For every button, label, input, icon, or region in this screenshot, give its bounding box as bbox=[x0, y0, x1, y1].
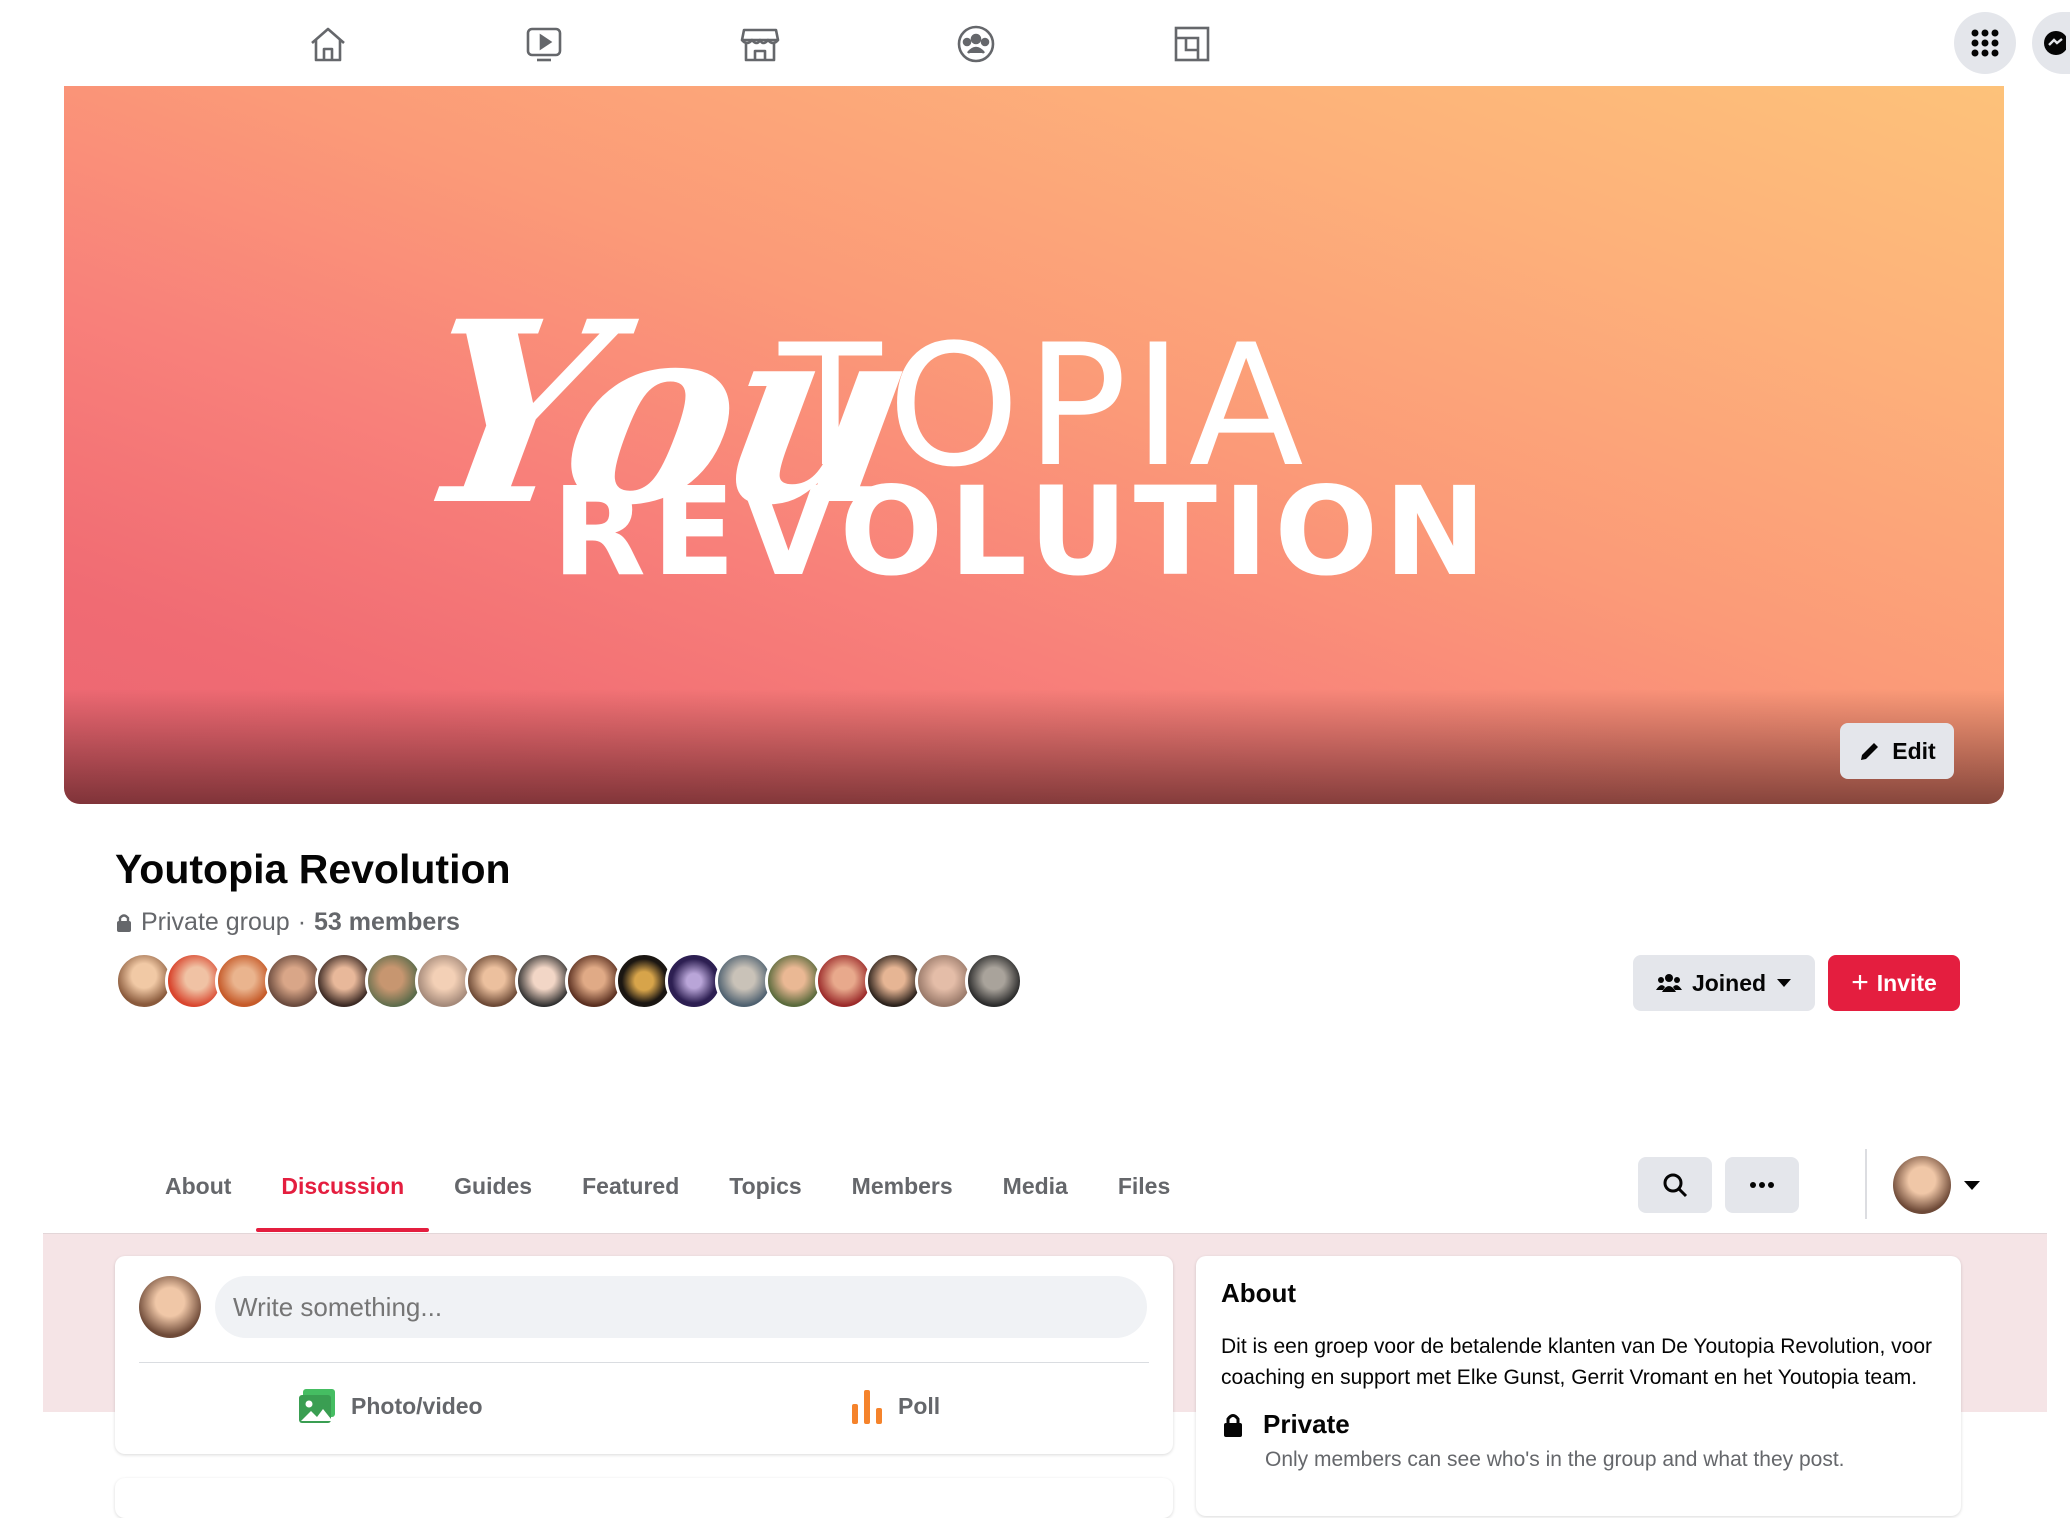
messenger-icon[interactable] bbox=[2032, 12, 2070, 74]
post-composer: Photo/video Poll bbox=[115, 1256, 1173, 1454]
about-heading: About bbox=[1221, 1278, 1297, 1308]
more-options-button[interactable] bbox=[1725, 1157, 1799, 1213]
poll-icon bbox=[852, 1390, 882, 1424]
about-description: Dit is een groep voor de betalende klant… bbox=[1221, 1335, 1932, 1389]
edit-label: Edit bbox=[1892, 737, 1936, 764]
photo-video-button[interactable]: Photo/video bbox=[297, 1376, 483, 1436]
tab-divider bbox=[1865, 1149, 1867, 1219]
joined-button[interactable]: Joined bbox=[1633, 955, 1815, 1011]
photo-icon bbox=[299, 1389, 335, 1423]
privacy-label: Private group bbox=[141, 908, 290, 936]
top-navigation bbox=[0, 0, 2070, 86]
tab-files[interactable]: Files bbox=[1093, 1146, 1195, 1232]
feed-card bbox=[115, 1478, 1173, 1518]
tab-media[interactable]: Media bbox=[978, 1146, 1093, 1232]
composer-divider bbox=[139, 1362, 1149, 1363]
tab-discussion[interactable]: Discussion bbox=[256, 1146, 429, 1232]
tab-about[interactable]: About bbox=[140, 1146, 256, 1232]
cover-logo: You TOPIA REVOLUTION bbox=[398, 266, 1624, 726]
profile-avatar[interactable] bbox=[1893, 1156, 1951, 1214]
group-tabs: About Discussion Guides Featured Topics … bbox=[140, 1146, 1195, 1232]
composer-avatar[interactable] bbox=[139, 1276, 201, 1338]
member-avatar[interactable] bbox=[965, 952, 1023, 1010]
caret-down-icon[interactable] bbox=[1963, 1180, 1981, 1191]
gaming-icon[interactable] bbox=[1166, 18, 1218, 70]
lock-icon bbox=[1224, 1413, 1242, 1437]
more-dots-icon bbox=[1750, 1182, 1774, 1188]
cover-photo: You TOPIA REVOLUTION Edit bbox=[64, 86, 2004, 804]
pencil-icon bbox=[1861, 743, 1879, 760]
invite-button[interactable]: + Invite bbox=[1828, 955, 1960, 1011]
poll-label: Poll bbox=[898, 1392, 941, 1419]
menu-grid-icon[interactable] bbox=[1954, 12, 2016, 74]
tab-members[interactable]: Members bbox=[827, 1146, 978, 1232]
edit-cover-button[interactable]: Edit bbox=[1840, 723, 1954, 779]
search-button[interactable] bbox=[1638, 1157, 1712, 1213]
about-card: About Dit is een groep voor de betalende… bbox=[1196, 1256, 1961, 1516]
member-avatars[interactable] bbox=[115, 952, 1023, 1010]
about-privacy: Private bbox=[1221, 1409, 1936, 1440]
group-people-icon bbox=[1655, 974, 1682, 992]
caret-down-icon bbox=[1777, 979, 1792, 987]
group-meta: Private group · 53 members bbox=[115, 908, 460, 937]
poll-button[interactable]: Poll bbox=[850, 1376, 940, 1436]
watch-icon[interactable] bbox=[518, 18, 570, 70]
group-title: Youtopia Revolution bbox=[115, 846, 511, 892]
lock-icon bbox=[117, 913, 131, 932]
group-page: You TOPIA REVOLUTION Edit Youtopia Revol… bbox=[43, 86, 2047, 1518]
meta-separator: · bbox=[297, 908, 307, 936]
about-privacy-desc: Only members can see who's in the group … bbox=[1265, 1448, 1845, 1471]
about-privacy-title: Private bbox=[1263, 1409, 1350, 1439]
groups-icon[interactable] bbox=[950, 18, 1002, 70]
joined-label: Joined bbox=[1691, 969, 1767, 996]
tab-guides[interactable]: Guides bbox=[429, 1146, 557, 1232]
write-something-input[interactable] bbox=[215, 1276, 1147, 1338]
logo-revolution-text: REVOLUTION bbox=[552, 461, 1493, 603]
tab-featured[interactable]: Featured bbox=[557, 1146, 704, 1232]
invite-label: Invite bbox=[1876, 969, 1937, 996]
home-icon[interactable] bbox=[302, 18, 354, 70]
member-count[interactable]: 53 members bbox=[314, 908, 460, 937]
search-icon bbox=[1663, 1173, 1688, 1198]
tab-topics[interactable]: Topics bbox=[704, 1146, 826, 1232]
plus-icon: + bbox=[1851, 966, 1869, 999]
photo-video-label: Photo/video bbox=[351, 1392, 483, 1419]
marketplace-icon[interactable] bbox=[734, 18, 786, 70]
